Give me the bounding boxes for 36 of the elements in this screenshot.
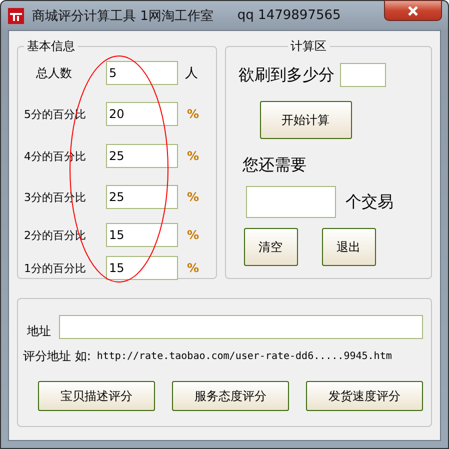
input-field[interactable]: 15 [106, 256, 178, 280]
input-field[interactable]: 25 [106, 144, 178, 168]
input-field[interactable]: 5 [106, 61, 178, 85]
input-field[interactable]: 15 [106, 223, 178, 247]
close-button[interactable] [384, 0, 442, 21]
hint-label: 评分地址 如: [23, 348, 91, 365]
target-field[interactable] [340, 63, 386, 87]
address-label: 地址 [27, 323, 51, 340]
input-field[interactable]: 25 [106, 185, 178, 209]
unit-label: % [187, 107, 200, 121]
unit-label: % [187, 261, 200, 275]
group-title: 计算区 [290, 38, 328, 55]
action-button[interactable]: 退出 [322, 228, 376, 266]
result-field[interactable] [246, 186, 336, 218]
unit-label: 人 [185, 65, 198, 82]
app-logo-icon [8, 8, 24, 24]
start-button[interactable]: 开始计算 [260, 101, 352, 139]
example-url: http://rate.taobao.com/user-rate-dd6.....9945.htm [96, 351, 392, 362]
unit-label: % [187, 190, 200, 204]
group-title: 基本信息 [26, 38, 76, 55]
field-label: 1分的百分比 [24, 260, 87, 276]
result-label: 您还需要 [242, 155, 307, 176]
contact-text: qq 1479897565 [237, 8, 341, 23]
unit-label: % [187, 228, 200, 242]
rating-button[interactable]: 服务态度评分 [172, 381, 289, 411]
field-label: 总人数 [35, 64, 73, 82]
rating-button[interactable]: 宝贝描述评分 [38, 381, 155, 411]
rating-button[interactable]: 发货速度评分 [306, 381, 423, 411]
unit-label: 个交易 [346, 192, 394, 212]
target-label: 欲刷到多少分 [238, 64, 335, 86]
input-field[interactable]: 20 [106, 102, 178, 126]
address-field[interactable] [59, 314, 423, 338]
action-button[interactable]: 清空 [244, 228, 298, 266]
close-icon [407, 6, 419, 16]
window-title: 商城评分计算工具 1网淘工作室 [32, 8, 214, 24]
unit-label: % [187, 149, 200, 163]
